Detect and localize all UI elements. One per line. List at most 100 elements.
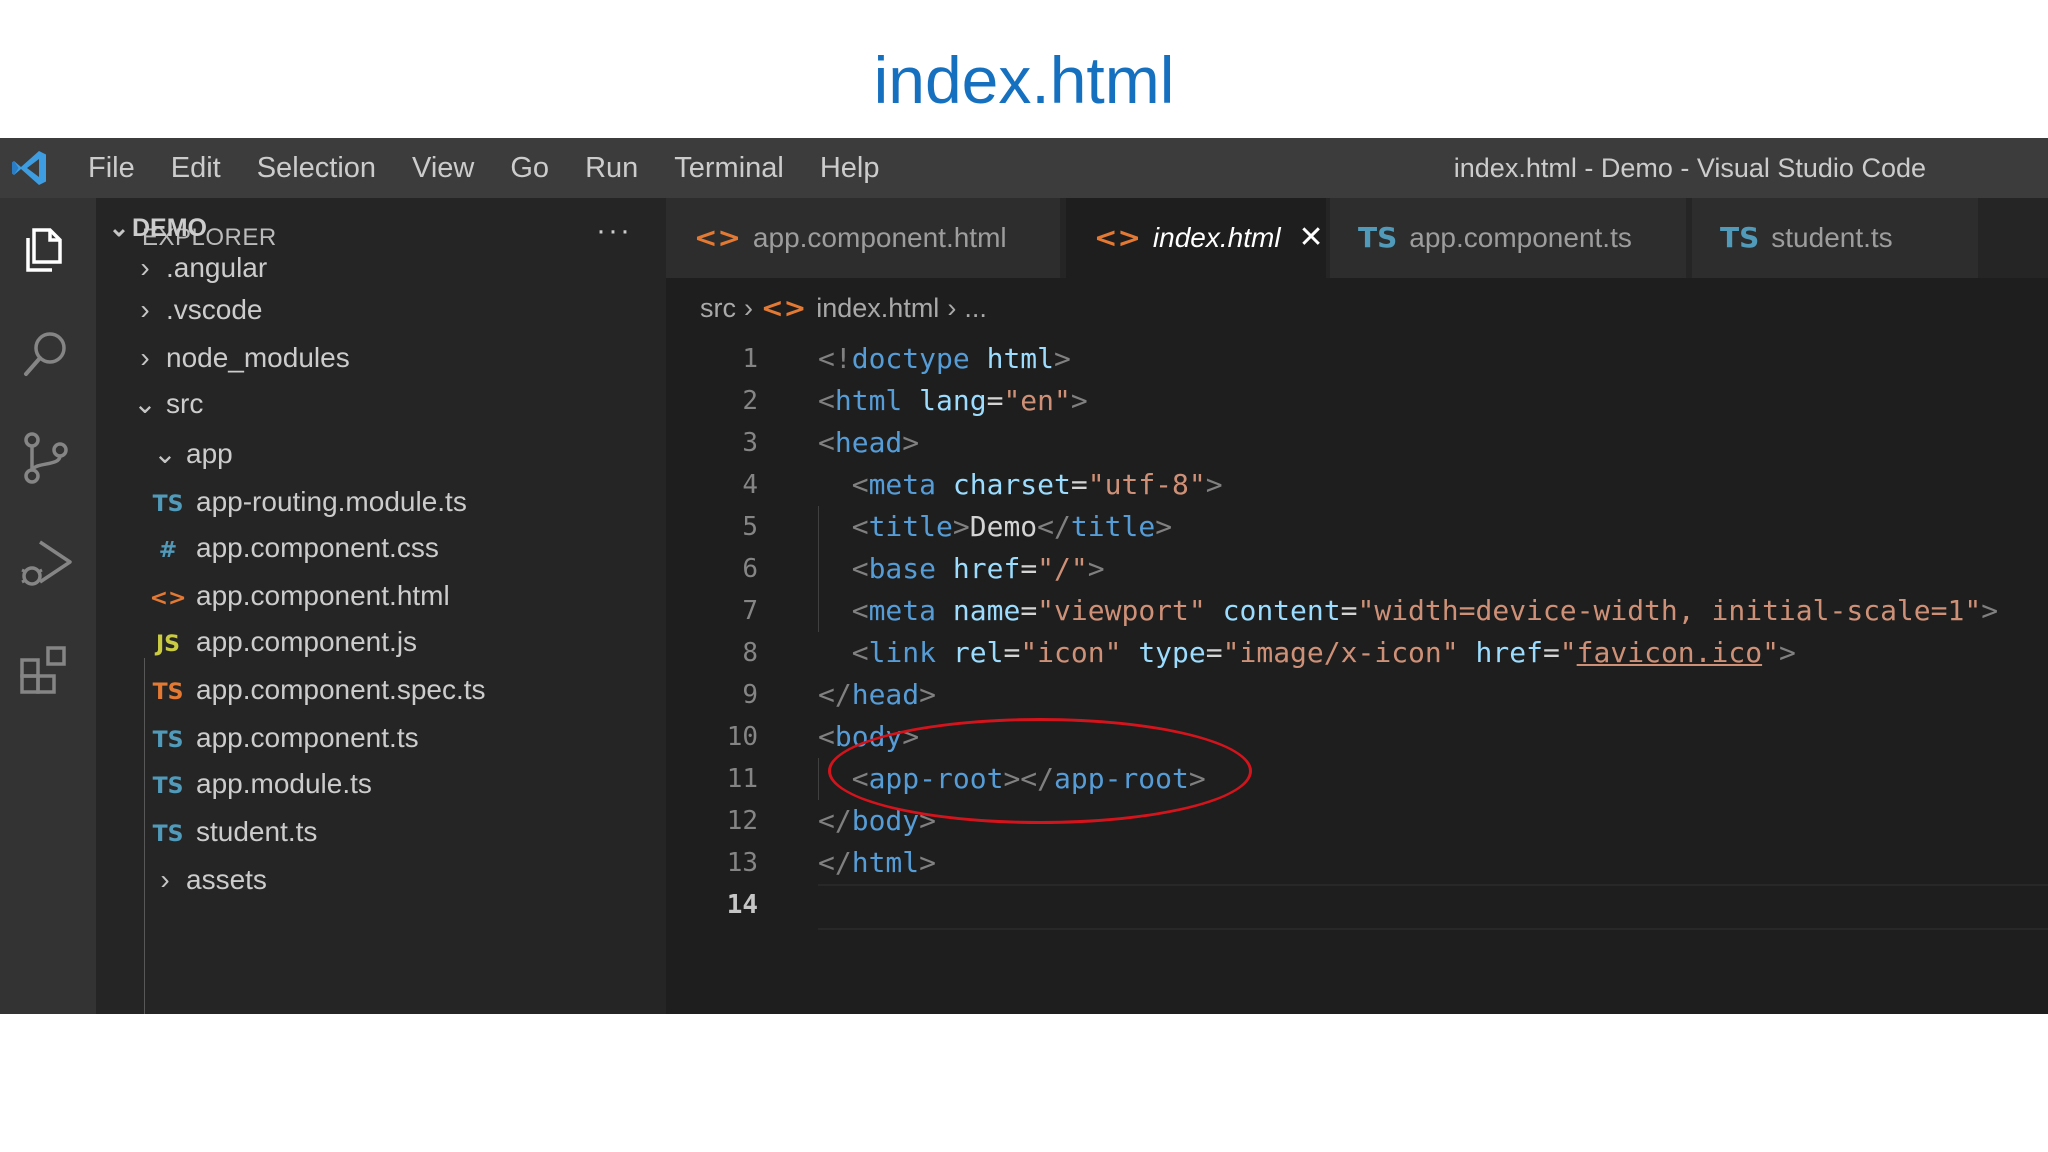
tree-file[interactable]: TS app.component.spec.ts	[148, 666, 486, 714]
code-token: "icon"	[1020, 636, 1122, 669]
file-type-icon: TS	[152, 680, 184, 705]
code-token: <	[851, 552, 869, 585]
source-control-icon[interactable]	[14, 426, 78, 490]
explorer-sidebar: EXPLORER ··· ⌄ DEMO › .angular › .vscode › node…	[96, 198, 666, 1014]
code-token: "/"	[1037, 552, 1088, 585]
code-token: =	[1070, 468, 1088, 501]
tree-item-label: app.component.js	[196, 626, 418, 657]
code-token: =	[1340, 594, 1358, 627]
code-token: >	[1054, 342, 1071, 375]
code-token: >	[919, 678, 937, 711]
chevron-right-icon: ›	[140, 252, 150, 283]
code-token: href	[952, 552, 1021, 585]
menu-item-terminal[interactable]: Terminal	[656, 152, 802, 185]
code-token: rel	[952, 636, 1004, 669]
tree-item-label: app-routing.module.ts	[196, 486, 467, 517]
tab-label: index.html	[1152, 222, 1281, 253]
line-number: 4	[742, 470, 758, 500]
file-type-icon: TS	[1358, 221, 1398, 254]
code-token: =	[1003, 636, 1021, 669]
code-token: "width=device-width, initial-scale=1"	[1357, 594, 1982, 627]
current-line-highlight	[818, 884, 2048, 930]
tree-file[interactable]: TS app-routing.module.ts	[148, 478, 467, 526]
menu-item-file[interactable]: File	[70, 152, 153, 185]
file-type-icon: TS	[152, 774, 184, 799]
tab-label: app.component.html	[752, 222, 1007, 253]
code-token: >	[1205, 468, 1223, 501]
tree-file[interactable]: TS app.module.ts	[148, 760, 372, 808]
chevron-right-icon: ›	[160, 864, 170, 895]
menu-item-edit[interactable]: Edit	[153, 152, 239, 185]
tab-app-component-ts[interactable]: TS app.component.ts	[1330, 198, 1686, 278]
file-type-icon: <>	[694, 221, 741, 254]
code-token: "	[1762, 636, 1779, 669]
line-number: 3	[742, 428, 758, 458]
run-debug-icon[interactable]	[14, 532, 78, 596]
code-token: </	[818, 846, 852, 879]
slide-title: index.html	[873, 43, 1175, 117]
breadcrumb-folder[interactable]: src	[700, 293, 736, 323]
code-editor[interactable]: 1 <!doctype html> 2 <html lang="en"> 3 <head>…	[666, 338, 2048, 1014]
menu-bar: File Edit Selection View Go Run Terminal Help	[70, 138, 898, 198]
menu-item-run[interactable]: Run	[567, 152, 656, 185]
search-icon[interactable]	[14, 322, 78, 386]
code-line: <!doctype html>	[818, 338, 1071, 380]
explorer-icon[interactable]	[14, 216, 78, 280]
code-token: title	[868, 510, 953, 543]
tree-folder[interactable]: ⌄ app	[152, 430, 233, 478]
menu-item-help[interactable]: Help	[802, 152, 898, 185]
code-token: =	[1020, 594, 1038, 627]
close-icon[interactable]: ✕	[1299, 198, 1324, 278]
tree-file[interactable]: <> app.component.html	[148, 572, 450, 620]
more-actions-button[interactable]: ···	[596, 214, 632, 248]
file-type-icon: <>	[149, 586, 187, 611]
tree-file[interactable]: TS student.ts	[148, 808, 318, 856]
tree-folder[interactable]: ⌄ src	[132, 380, 203, 428]
tree-file[interactable]: JS app.component.js	[148, 618, 417, 666]
menu-item-view[interactable]: View	[394, 152, 492, 185]
tab-index-html[interactable]: <> index.html ✕	[1066, 198, 1326, 278]
tree-file[interactable]: TS app.component.ts	[148, 714, 419, 762]
code-token: <	[851, 510, 869, 543]
tree-folder[interactable]: › node_modules	[132, 334, 349, 382]
tree-item-label: app	[186, 438, 233, 469]
tab-student-ts[interactable]: TS student.ts	[1692, 198, 1978, 278]
code-token: >	[1087, 552, 1105, 585]
tree-item-label: app.component.ts	[196, 722, 419, 753]
menu-item-selection[interactable]: Selection	[239, 152, 394, 185]
code-line: </html>	[818, 842, 936, 884]
tab-app-component-html[interactable]: <> app.component.html	[666, 198, 1060, 278]
code-token: lang	[919, 384, 987, 417]
tree-folder[interactable]: › .angular	[132, 244, 267, 292]
breadcrumb-file[interactable]: index.html	[816, 293, 939, 323]
code-token: =	[1542, 636, 1560, 669]
code-token: "utf-8"	[1087, 468, 1206, 501]
tree-folder[interactable]: › assets	[152, 856, 267, 904]
indent-guide	[144, 658, 145, 1014]
tree-file[interactable]: # app.component.css	[148, 524, 439, 572]
code-token: >	[952, 510, 970, 543]
breadcrumb-rest[interactable]: ...	[964, 293, 987, 323]
tree-item-label: .angular	[166, 252, 268, 283]
code-token: doctype	[851, 342, 970, 375]
file-type-icon: <>	[1094, 221, 1141, 254]
file-type-icon: JS	[155, 632, 181, 657]
code-token: <	[851, 636, 869, 669]
code-line: <link rel="icon" type="image/x-icon" hre…	[818, 632, 1796, 674]
code-token: >	[1778, 636, 1796, 669]
tree-folder[interactable]: › .vscode	[132, 286, 262, 334]
code-token: </	[818, 678, 852, 711]
code-token: Demo	[969, 510, 1038, 543]
menu-item-go[interactable]: Go	[492, 152, 567, 185]
tree-item-label: app.module.ts	[196, 768, 372, 799]
code-line: </head>	[818, 674, 936, 716]
extensions-icon[interactable]	[14, 638, 78, 702]
file-type-icon: TS	[152, 492, 184, 517]
code-token: html	[851, 846, 920, 879]
